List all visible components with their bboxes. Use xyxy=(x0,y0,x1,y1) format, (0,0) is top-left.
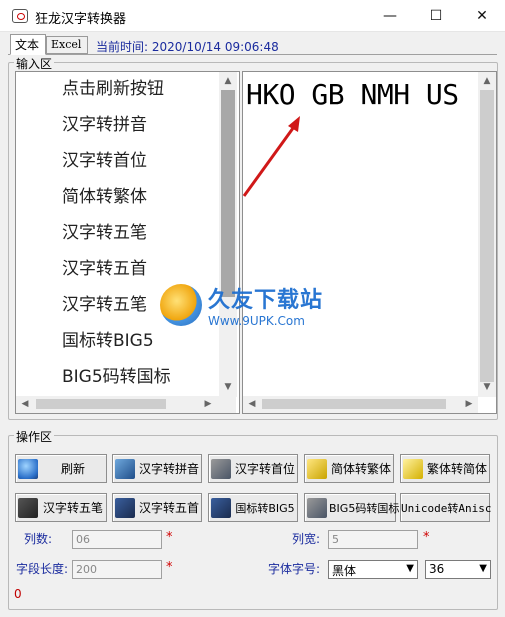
keyboard-icon xyxy=(18,497,38,518)
window-title: 狂龙汉字转换器 xyxy=(35,12,127,27)
required-mark: * xyxy=(166,530,173,545)
scroll-down-icon[interactable]: ▼ xyxy=(480,380,494,394)
status-value: 0 xyxy=(14,587,22,601)
font-size-select[interactable]: 36 ▼ xyxy=(425,560,491,579)
output-hscroll-thumb[interactable] xyxy=(262,399,446,409)
annotation-arrow xyxy=(242,116,300,197)
watermark-logo-icon xyxy=(160,284,202,326)
list-item[interactable]: 汉字转五首 xyxy=(62,254,147,279)
scroll-down-icon[interactable]: ▼ xyxy=(221,380,235,394)
app-logo-icon xyxy=(12,9,28,23)
list-item[interactable]: BIG5码转国标 xyxy=(62,362,171,387)
scroll-right-icon[interactable]: ▶ xyxy=(462,397,476,411)
list-scroll-thumb[interactable] xyxy=(221,90,235,297)
font-family-select[interactable]: 黑体 ▼ xyxy=(328,560,418,579)
operation-area-title: 操作区 xyxy=(14,428,55,445)
required-mark: * xyxy=(423,530,430,545)
scroll-left-icon[interactable]: ◀ xyxy=(245,397,259,411)
list-item[interactable]: 点击刷新按钮 xyxy=(62,74,164,99)
to-initials-button[interactable]: 汉字转首位 xyxy=(208,454,298,483)
book-icon xyxy=(307,458,327,479)
output-scroll-thumb[interactable] xyxy=(480,90,494,382)
simplified-to-traditional-button[interactable]: 简体转繁体 xyxy=(304,454,394,483)
big5-to-gb-button[interactable]: BIG5码转国标 xyxy=(304,493,399,522)
current-time: 当前时间: 2020/10/14 09:06:48 xyxy=(96,40,279,54)
tab-excel[interactable]: Excel xyxy=(46,36,88,54)
maximize-button[interactable]: ☐ xyxy=(413,0,459,32)
list-item[interactable]: 汉字转首位 xyxy=(62,146,147,171)
tab-text[interactable]: 文本 xyxy=(10,34,46,55)
globe-icon xyxy=(18,458,38,479)
scroll-left-icon[interactable]: ◀ xyxy=(18,397,32,411)
required-mark: * xyxy=(166,560,173,575)
gb-to-big5-button[interactable]: 国标转BIG5 xyxy=(208,493,298,522)
width-label: 列宽: xyxy=(292,532,321,546)
input-area-title: 输入区 xyxy=(14,55,55,72)
close-button[interactable]: ✕ xyxy=(459,0,505,32)
document-icon xyxy=(115,497,135,518)
field-length-label: 字段长度: xyxy=(16,562,69,576)
refresh-button[interactable]: 刷新 xyxy=(15,454,107,483)
output-text: HKO GB NMH US xyxy=(246,78,459,111)
watermark-url: Www.9UPK.Com xyxy=(208,314,305,328)
list-item[interactable]: 国标转BIG5 xyxy=(62,326,154,351)
list-item[interactable]: 汉字转五笔 xyxy=(62,290,147,315)
document-icon xyxy=(211,497,231,518)
unicode-to-ansi-button[interactable]: Unicode转Anisc xyxy=(400,493,491,522)
list-item[interactable]: 简体转繁体 xyxy=(62,182,147,207)
watermark-title: 久友下载站 xyxy=(208,288,324,313)
to-wubi-initials-button[interactable]: 汉字转五首 xyxy=(112,493,202,522)
field-length-field[interactable]: 200 xyxy=(72,560,162,579)
minimize-button[interactable]: — xyxy=(367,0,413,32)
width-field[interactable]: 5 xyxy=(328,530,418,549)
list-item[interactable]: 汉字转五笔 xyxy=(62,218,147,243)
document-icon xyxy=(211,458,231,479)
scroll-right-icon[interactable]: ▶ xyxy=(201,397,215,411)
traditional-to-simplified-button[interactable]: 繁体转简体 xyxy=(400,454,490,483)
to-wubi-button[interactable]: 汉字转五笔 xyxy=(15,493,107,522)
document-icon xyxy=(115,458,135,479)
book-icon xyxy=(403,458,423,479)
scroll-up-icon[interactable]: ▲ xyxy=(480,74,494,88)
columns-label: 列数: xyxy=(24,532,53,546)
gear-icon xyxy=(307,497,327,518)
chevron-down-icon[interactable]: ▼ xyxy=(406,563,414,574)
list-item[interactable]: 汉字转拼音 xyxy=(62,110,147,135)
to-pinyin-button[interactable]: 汉字转拼音 xyxy=(112,454,202,483)
chevron-down-icon[interactable]: ▼ xyxy=(479,563,487,574)
scroll-up-icon[interactable]: ▲ xyxy=(221,74,235,88)
watermark: 久友下载站 Www.9UPK.Com xyxy=(160,282,323,328)
font-label: 字体字号: xyxy=(268,562,321,576)
function-list[interactable]: 点击刷新按钮 汉字转拼音 汉字转首位 简体转繁体 汉字转五笔 汉字转五首 汉字转… xyxy=(15,71,240,414)
columns-field[interactable]: 06 xyxy=(72,530,162,549)
list-hscroll-thumb[interactable] xyxy=(36,399,166,409)
